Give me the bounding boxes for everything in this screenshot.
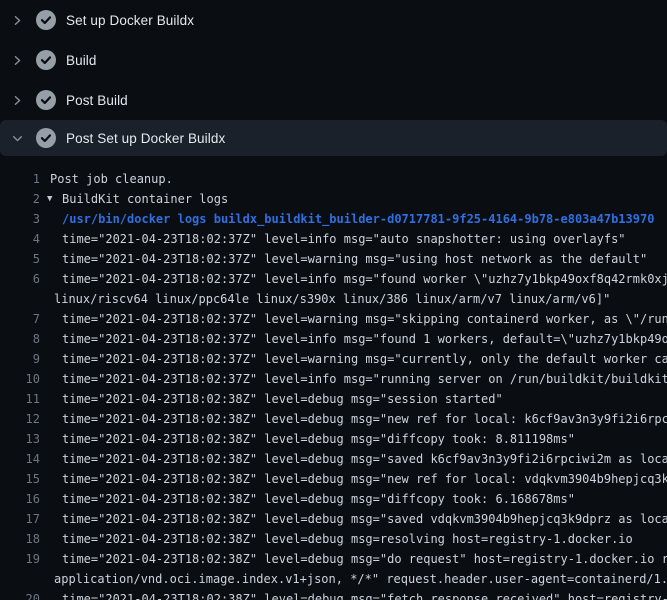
log-text: time="2021-04-23T18:02:37Z" level=info m…	[62, 329, 667, 349]
log-line: 13 time="2021-04-23T18:02:38Z" level=deb…	[0, 429, 667, 449]
line-number[interactable]: 6	[0, 269, 40, 289]
chevron-right-icon	[11, 54, 24, 67]
step-title: Post Set up Docker Buildx	[66, 131, 225, 146]
log-text: time="2021-04-23T18:02:37Z" level=warnin…	[62, 349, 667, 369]
log-line: 18 time="2021-04-23T18:02:38Z" level=deb…	[0, 529, 667, 549]
log-line: 1 Post job cleanup.	[0, 169, 667, 189]
log-text: time="2021-04-23T18:02:38Z" level=debug …	[62, 449, 667, 469]
log-text: time="2021-04-23T18:02:38Z" level=debug …	[62, 409, 667, 429]
log-text: time="2021-04-23T18:02:37Z" level=warnin…	[62, 309, 667, 329]
log-line: 11 time="2021-04-23T18:02:38Z" level=deb…	[0, 389, 667, 409]
log-line-wrap: application/vnd.oci.image.index.v1+json,…	[0, 569, 667, 589]
log-text: application/vnd.oci.image.index.v1+json,…	[54, 569, 667, 589]
line-number[interactable]: 14	[0, 449, 40, 469]
line-number[interactable]: 7	[0, 309, 40, 329]
log-text: linux/riscv64 linux/ppc64le linux/s390x …	[54, 289, 610, 309]
log-text: time="2021-04-23T18:02:38Z" level=debug …	[62, 389, 503, 409]
group-collapse-toggle-icon[interactable]: ▼	[47, 189, 62, 209]
log-text: time="2021-04-23T18:02:38Z" level=debug …	[62, 489, 575, 509]
line-number	[0, 569, 40, 589]
step-set-up-docker-buildx[interactable]: Set up Docker Buildx	[0, 0, 667, 40]
log-text: Post job cleanup.	[50, 169, 173, 189]
step-title: Set up Docker Buildx	[66, 13, 194, 28]
line-number[interactable]: 10	[0, 369, 40, 389]
log-line: 9 time="2021-04-23T18:02:37Z" level=warn…	[0, 349, 667, 369]
chevron-right-icon	[11, 14, 24, 27]
log-command-line: 3 /usr/bin/docker logs buildx_buildkit_b…	[0, 209, 667, 229]
line-number[interactable]: 8	[0, 329, 40, 349]
line-number[interactable]: 4	[0, 229, 40, 249]
check-circle-icon	[36, 128, 56, 148]
log-line: 15 time="2021-04-23T18:02:38Z" level=deb…	[0, 469, 667, 489]
line-number[interactable]: 19	[0, 549, 40, 569]
chevron-down-icon	[11, 132, 24, 145]
line-number[interactable]: 12	[0, 409, 40, 429]
line-number	[0, 289, 40, 309]
log-group-header: 2 ▼ BuildKit container logs	[0, 189, 667, 209]
log-line: 4 time="2021-04-23T18:02:37Z" level=info…	[0, 229, 667, 249]
log-text: time="2021-04-23T18:02:38Z" level=debug …	[62, 429, 575, 449]
log-line: 20 time="2021-04-23T18:02:38Z" level=deb…	[0, 589, 667, 600]
log-output: 1 Post job cleanup. 2 ▼ BuildKit contain…	[0, 156, 667, 600]
log-line: 5 time="2021-04-23T18:02:37Z" level=warn…	[0, 249, 667, 269]
line-number[interactable]: 5	[0, 249, 40, 269]
log-line: 8 time="2021-04-23T18:02:37Z" level=info…	[0, 329, 667, 349]
log-group-label: BuildKit container logs	[62, 189, 228, 209]
line-number[interactable]: 15	[0, 469, 40, 489]
log-line: 6 time="2021-04-23T18:02:37Z" level=info…	[0, 269, 667, 289]
log-line: 14 time="2021-04-23T18:02:38Z" level=deb…	[0, 449, 667, 469]
log-line-wrap: linux/riscv64 linux/ppc64le linux/s390x …	[0, 289, 667, 309]
step-build[interactable]: Build	[0, 40, 667, 80]
line-number[interactable]: 16	[0, 489, 40, 509]
log-text: time="2021-04-23T18:02:38Z" level=debug …	[62, 549, 667, 569]
check-circle-icon	[36, 90, 56, 110]
step-post-set-up-docker-buildx[interactable]: Post Set up Docker Buildx	[0, 120, 667, 156]
line-number[interactable]: 3	[0, 209, 40, 229]
log-line: 10 time="2021-04-23T18:02:37Z" level=inf…	[0, 369, 667, 389]
line-number[interactable]: 18	[0, 529, 40, 549]
log-line: 19 time="2021-04-23T18:02:38Z" level=deb…	[0, 549, 667, 569]
line-number[interactable]: 11	[0, 389, 40, 409]
line-number[interactable]: 2	[0, 189, 40, 209]
log-text: time="2021-04-23T18:02:38Z" level=debug …	[62, 589, 667, 600]
line-number[interactable]: 9	[0, 349, 40, 369]
line-number[interactable]: 20	[0, 589, 40, 600]
log-text: time="2021-04-23T18:02:38Z" level=debug …	[62, 469, 667, 489]
log-line: 17 time="2021-04-23T18:02:38Z" level=deb…	[0, 509, 667, 529]
actions-log-viewer: Set up Docker Buildx Build Post Build Po…	[0, 0, 667, 600]
log-line: 7 time="2021-04-23T18:02:37Z" level=warn…	[0, 309, 667, 329]
log-text: time="2021-04-23T18:02:37Z" level=info m…	[62, 269, 667, 289]
check-circle-icon	[36, 50, 56, 70]
line-number[interactable]: 17	[0, 509, 40, 529]
log-line: 12 time="2021-04-23T18:02:38Z" level=deb…	[0, 409, 667, 429]
log-text: time="2021-04-23T18:02:37Z" level=warnin…	[62, 249, 647, 269]
check-circle-icon	[36, 10, 56, 30]
log-command-text: /usr/bin/docker logs buildx_buildkit_bui…	[62, 209, 654, 229]
step-title: Build	[66, 53, 97, 68]
log-text: time="2021-04-23T18:02:38Z" level=debug …	[62, 529, 633, 549]
step-title: Post Build	[66, 93, 128, 108]
chevron-right-icon	[11, 94, 24, 107]
step-post-build[interactable]: Post Build	[0, 80, 667, 120]
log-text: time="2021-04-23T18:02:37Z" level=info m…	[62, 229, 626, 249]
log-text: time="2021-04-23T18:02:38Z" level=debug …	[62, 509, 667, 529]
line-number[interactable]: 1	[0, 169, 40, 189]
log-line: 16 time="2021-04-23T18:02:38Z" level=deb…	[0, 489, 667, 509]
log-text: time="2021-04-23T18:02:37Z" level=info m…	[62, 369, 667, 389]
line-number[interactable]: 13	[0, 429, 40, 449]
